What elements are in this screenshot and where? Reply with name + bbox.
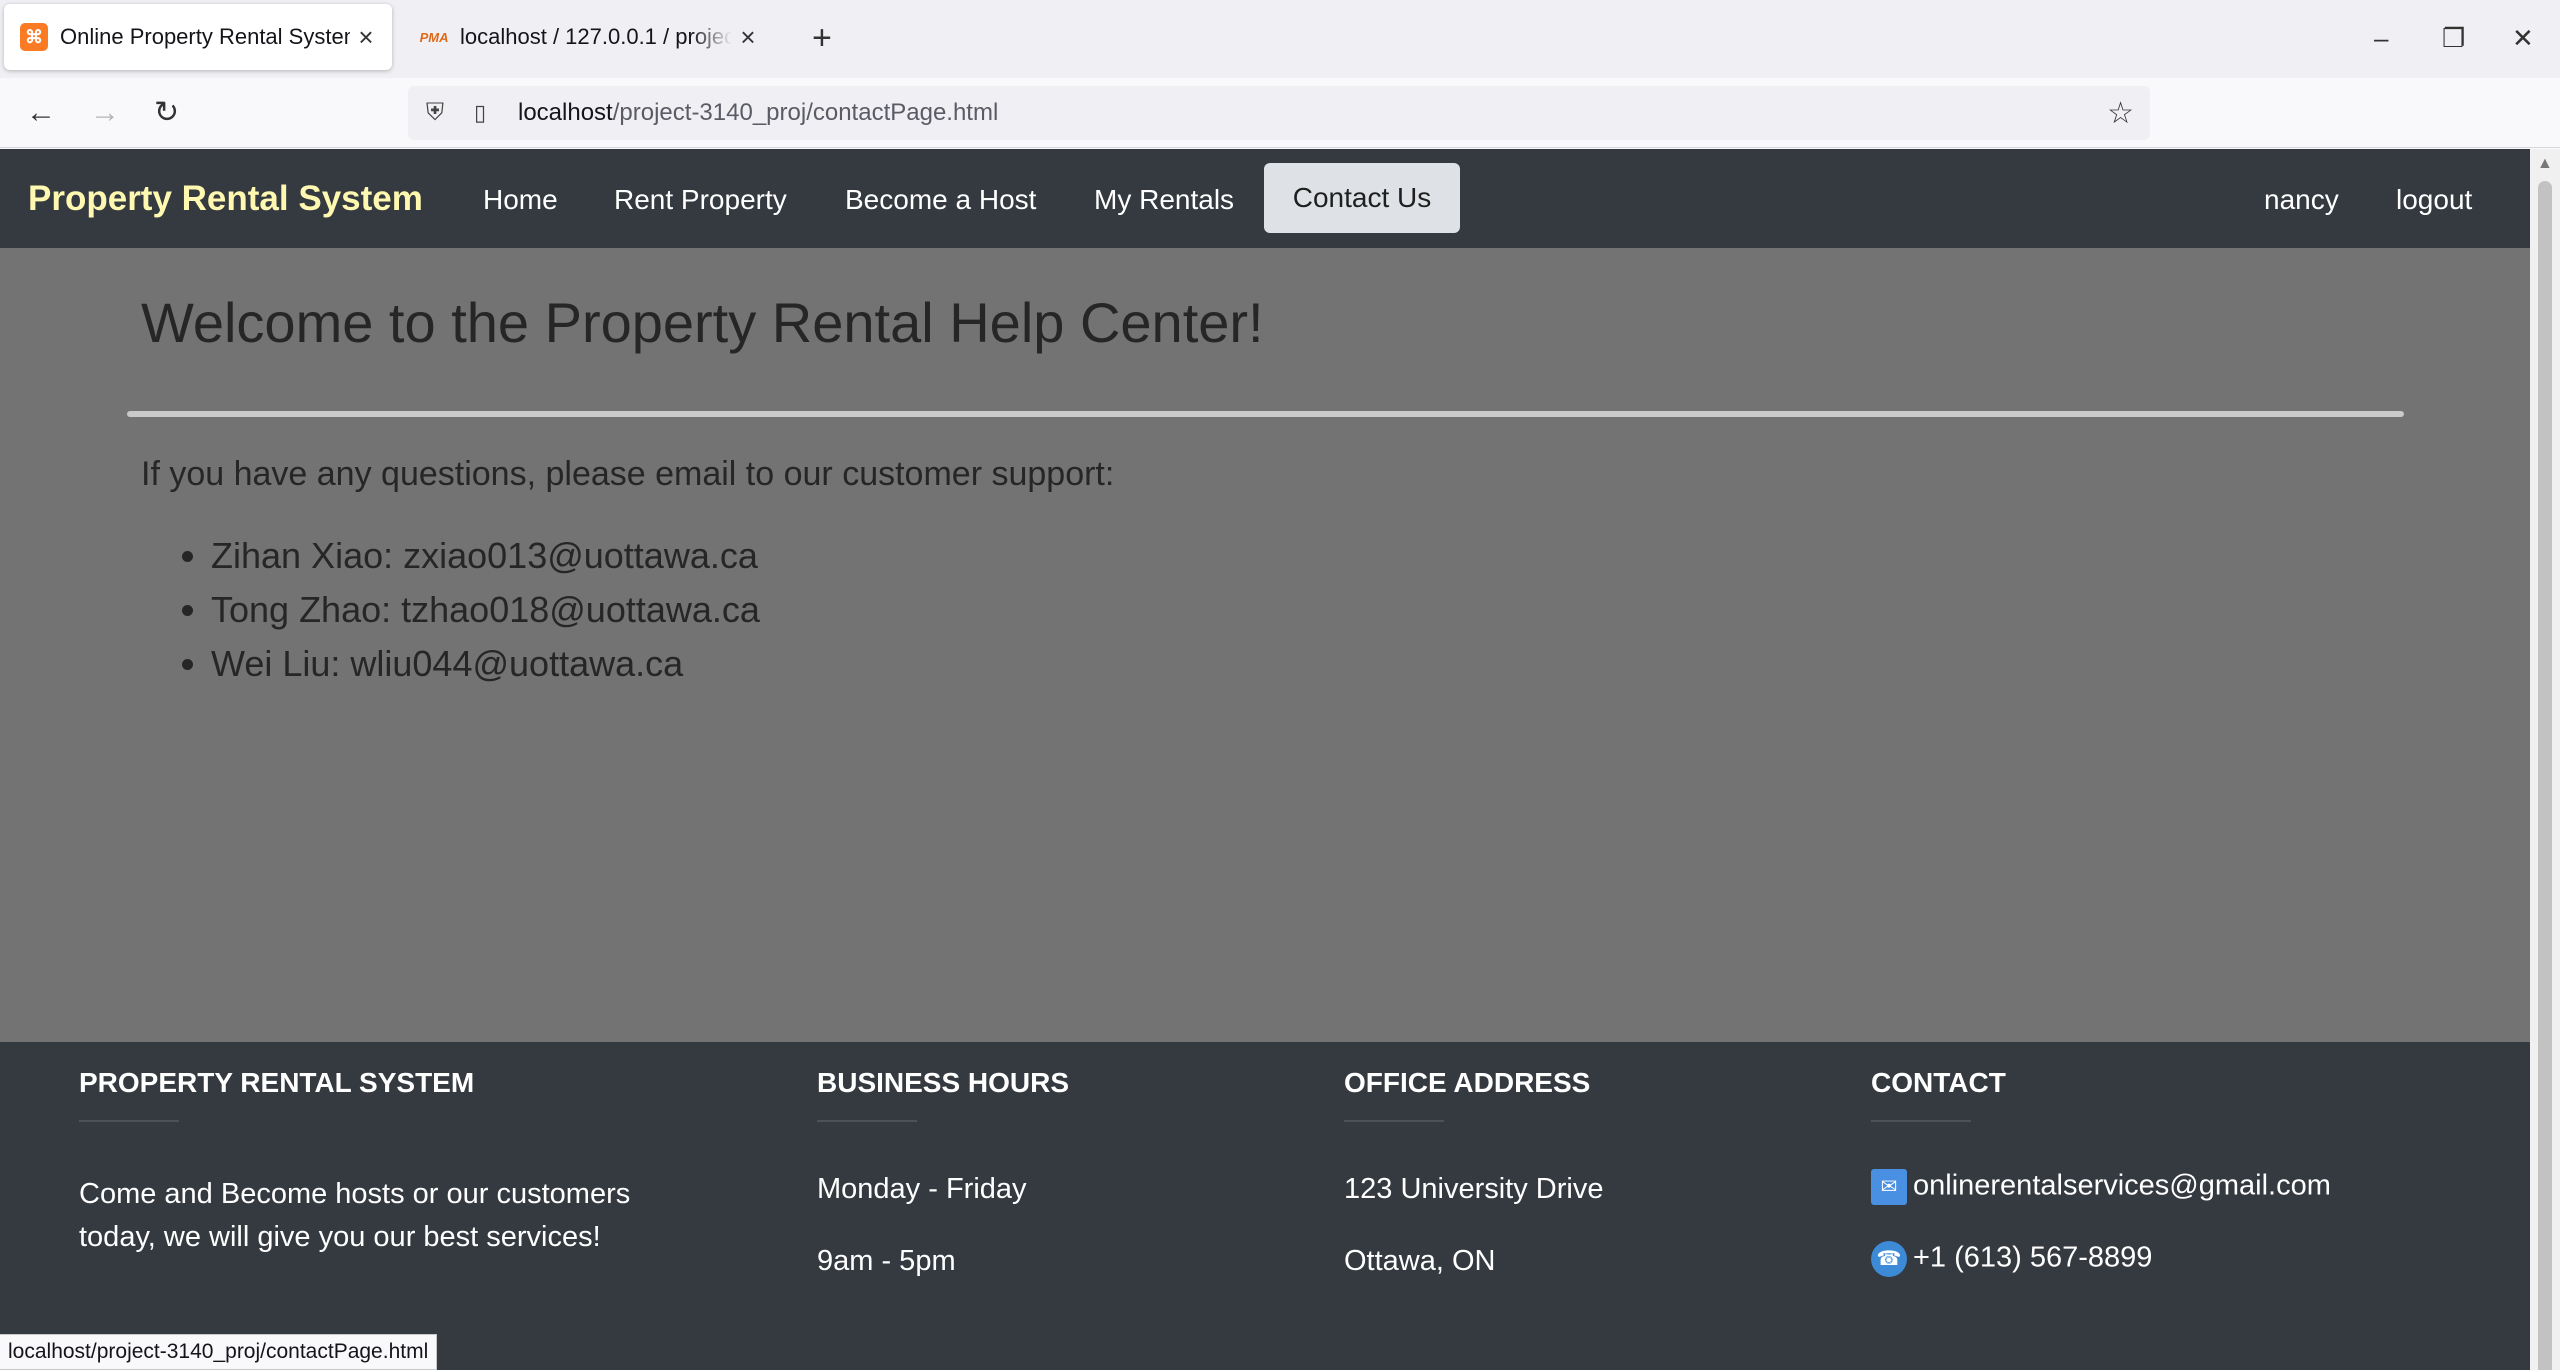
support-intro: If you have any questions, please email … [141,455,1115,493]
business-days: Monday - Friday [817,1173,1027,1205]
url-text[interactable]: localhost/project-3140_proj/contactPage.… [518,99,998,127]
shield-icon[interactable]: ⛨ [426,99,456,127]
divider [817,1120,917,1122]
forward-icon[interactable]: → [90,94,120,132]
page-content: Property Rental System Home Rent Propert… [0,149,2530,1370]
new-tab-icon[interactable]: + [812,18,832,58]
bookmark-star-icon[interactable]: ☆ [2107,96,2134,131]
address-line-1: 123 University Drive [1344,1173,1604,1205]
phpmyadmin-icon: PMA [419,29,449,45]
user-name[interactable]: nancy [2264,184,2339,216]
footer-heading: BUSINESS HOURS [817,1067,1070,1098]
page-scrollbar[interactable]: ▲ [2530,149,2560,1370]
back-icon[interactable]: ← [26,94,56,132]
footer-heading: CONTACT [1871,1067,2006,1098]
divider [127,411,2404,417]
business-time: 9am - 5pm [817,1245,956,1277]
page-icon[interactable]: ▯ [474,100,500,126]
footer-email[interactable]: ✉ onlinerentalservices@gmail.com [1871,1169,2331,1205]
nav-my-rentals[interactable]: My Rentals [1094,184,1234,216]
minimize-icon[interactable]: – [2374,18,2388,58]
support-contact-list: Zihan Xiao: zxiao013@uottawa.ca Tong Zha… [211,529,760,691]
divider [79,1120,179,1122]
footer-phone[interactable]: ☎ +1 (613) 567-8899 [1871,1241,2152,1277]
site-footer: PROPERTY RENTAL SYSTEM Come and Become h… [0,1042,2530,1370]
nav-rent-property[interactable]: Rent Property [614,184,787,216]
nav-contact-us[interactable]: Contact Us [1264,163,1460,233]
brand-title[interactable]: Property Rental System [28,179,423,219]
footer-about-text: Come and Become hosts or our customers t… [79,1178,631,1253]
list-item: Zihan Xiao: zxiao013@uottawa.ca [211,529,760,583]
divider [1871,1120,1971,1122]
close-window-icon[interactable]: ✕ [2512,18,2534,58]
list-item: Wei Liu: wliu044@uottawa.ca [211,637,760,691]
logout-link[interactable]: logout [2396,184,2472,216]
site-navbar: Property Rental System Home Rent Propert… [0,149,2530,248]
tab-online-property-rental[interactable]: ⌘ Online Property Rental System × [4,4,392,70]
nav-home[interactable]: Home [483,184,558,216]
tab-title: localhost / 127.0.0.1 / project-3140 [460,24,732,49]
footer-heading: PROPERTY RENTAL SYSTEM [79,1067,475,1098]
close-tab-icon[interactable]: × [350,22,382,53]
status-bar-url: localhost/project-3140_proj/contactPage.… [0,1334,438,1370]
phone-icon: ☎ [1871,1241,1907,1277]
scrollbar-thumb[interactable] [2538,181,2552,1370]
restore-icon[interactable]: ❐ [2442,18,2465,58]
xampp-icon: ⌘ [20,23,48,51]
tab-title: Online Property Rental System [60,24,350,49]
browser-tab-strip: ⌘ Online Property Rental System × PMA lo… [0,0,2560,78]
nav-become-host[interactable]: Become a Host [845,184,1036,216]
scroll-up-icon[interactable]: ▲ [2537,155,2553,173]
page-title: Welcome to the Property Rental Help Cent… [141,291,1264,354]
footer-heading: OFFICE ADDRESS [1344,1067,1591,1098]
address-line-2: Ottawa, ON [1344,1245,1496,1277]
address-bar[interactable]: ⛨ ▯ localhost/project-3140_proj/contactP… [408,86,2150,140]
list-item: Tong Zhao: tzhao018@uottawa.ca [211,583,760,637]
close-tab-icon[interactable]: × [732,22,764,53]
tab-phpmyadmin[interactable]: PMA localhost / 127.0.0.1 / project-3140… [404,4,774,70]
reload-icon[interactable]: ↻ [154,94,179,132]
divider [1344,1120,1444,1122]
email-icon: ✉ [1871,1169,1907,1205]
